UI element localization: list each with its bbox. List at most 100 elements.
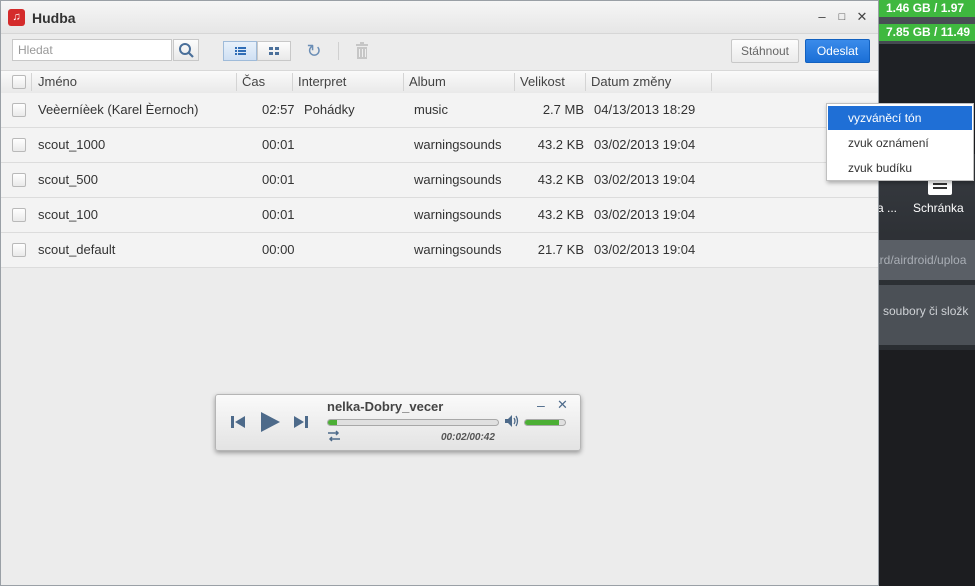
menu-item-ringtone[interactable]: vyzváněcí tón	[828, 106, 972, 130]
cell-name: scout_500	[38, 172, 98, 187]
column-divider	[31, 73, 32, 91]
column-divider	[514, 73, 515, 91]
row-checkbox[interactable]	[12, 173, 26, 187]
cell-name: Veèerníèek (Karel Èernoch)	[38, 102, 199, 117]
select-all-checkbox[interactable]	[12, 75, 26, 89]
desktop-background: 1.46 GB / 1.97 7.85 GB / 11.49 a ... Sch…	[879, 0, 975, 586]
menu-item-alarm[interactable]: zvuk budíku	[828, 156, 972, 180]
cell-size: 2.7 MB	[542, 102, 584, 117]
next-icon	[294, 416, 308, 428]
cell-size: 43.2 KB	[537, 137, 584, 152]
cell-artist: Pohádky	[304, 102, 355, 117]
table-row[interactable]: Veèerníèek (Karel Èernoch) 02:57 Pohádky…	[1, 93, 878, 128]
ringtone-context-menu: vyzváněcí tón zvuk oznámení zvuk budíku	[826, 103, 974, 181]
upload-path-text: ard/airdroid/uploa	[879, 253, 967, 267]
column-divider	[236, 73, 237, 91]
column-divider	[585, 73, 586, 91]
player-minimize-icon[interactable]: –	[537, 397, 545, 413]
column-header-time[interactable]: Čas	[242, 71, 265, 93]
table-header: Jméno Čas Interpret Album Velikost Datum…	[1, 70, 878, 94]
cell-size: 21.7 KB	[537, 242, 584, 257]
cell-time: 02:57	[262, 102, 295, 117]
toolbar-divider	[338, 42, 339, 60]
cell-name: scout_default	[38, 242, 116, 257]
desktop-tile-label-partial[interactable]: a ...	[879, 201, 897, 215]
download-button[interactable]: Stáhnout	[731, 39, 799, 63]
list-view-button[interactable]	[223, 41, 257, 61]
cell-size: 43.2 KB	[537, 207, 584, 222]
search-button[interactable]	[173, 39, 199, 61]
next-track-button[interactable]	[293, 414, 309, 433]
table-row[interactable]: scout_default 00:00 warningsounds 21.7 K…	[1, 233, 878, 268]
minimize-button[interactable]: –	[814, 9, 830, 25]
column-header-album[interactable]: Album	[409, 71, 446, 93]
volume-icon[interactable]	[504, 414, 520, 431]
column-header-date[interactable]: Datum změny	[591, 71, 671, 93]
desktop-lower	[879, 350, 975, 586]
toolbar: Hledat ↻ Stáhnout Odeslat	[1, 34, 878, 70]
progress-fill	[328, 420, 337, 425]
cell-album: warningsounds	[414, 242, 502, 257]
cell-date: 03/02/2013 19:04	[594, 137, 696, 152]
music-player: nelka-Dobry_vecer – ✕ 00:02/00:42	[215, 394, 581, 451]
cell-date: 04/13/2013 18:29	[594, 102, 696, 117]
cell-date: 03/02/2013 19:04	[594, 242, 696, 257]
cell-time: 00:01	[262, 137, 295, 152]
cell-name: scout_1000	[38, 137, 106, 152]
row-checkbox[interactable]	[12, 138, 26, 152]
repeat-icon[interactable]	[327, 430, 341, 445]
track-title: nelka-Dobry_vecer	[327, 399, 444, 414]
cell-album: music	[414, 102, 448, 117]
drop-zone[interactable]: soubory či složk	[879, 285, 975, 345]
column-divider	[711, 73, 712, 91]
table-row[interactable]: scout_100 00:01 warningsounds 43.2 KB 03…	[1, 198, 878, 233]
send-button[interactable]: Odeslat	[805, 39, 870, 63]
previous-track-button[interactable]	[230, 414, 246, 433]
cell-date: 03/02/2013 19:04	[594, 207, 696, 222]
menu-item-notification[interactable]: zvuk oznámení	[828, 131, 972, 155]
close-button[interactable]: ✕	[854, 9, 870, 25]
grid-icon	[269, 47, 279, 55]
cell-album: warningsounds	[414, 172, 502, 187]
table-row[interactable]: scout_1000 00:01 warningsounds 43.2 KB 0…	[1, 128, 878, 163]
title-bar[interactable]: ♫ Hudba – □ ✕	[1, 1, 878, 34]
cell-date: 03/02/2013 19:04	[594, 172, 696, 187]
time-display: 00:02/00:42	[441, 432, 495, 443]
column-header-size[interactable]: Velikost	[520, 71, 565, 93]
row-checkbox[interactable]	[12, 103, 26, 117]
window-title: Hudba	[32, 10, 76, 26]
play-icon	[261, 412, 280, 432]
row-checkbox[interactable]	[12, 208, 26, 222]
table-row[interactable]: scout_500 00:01 warningsounds 43.2 KB 03…	[1, 163, 878, 198]
cell-size: 43.2 KB	[537, 172, 584, 187]
list-icon	[235, 47, 246, 55]
cell-name: scout_100	[38, 207, 98, 222]
previous-icon	[231, 416, 245, 428]
search-icon	[179, 43, 194, 58]
play-button[interactable]	[259, 410, 281, 437]
cell-album: warningsounds	[414, 207, 502, 222]
volume-slider[interactable]	[524, 419, 566, 426]
column-header-name[interactable]: Jméno	[38, 71, 77, 93]
column-header-artist[interactable]: Interpret	[298, 71, 346, 93]
maximize-button[interactable]: □	[834, 9, 850, 25]
player-close-icon[interactable]: ✕	[557, 397, 568, 413]
volume-fill	[525, 420, 559, 425]
upload-path: ard/airdroid/uploa	[879, 240, 975, 280]
storage-status-1: 1.46 GB / 1.97	[879, 0, 975, 17]
column-divider	[403, 73, 404, 91]
grid-view-button[interactable]	[257, 41, 291, 61]
clipboard-tile-label[interactable]: Schránka	[913, 201, 964, 215]
progress-bar[interactable]	[327, 419, 499, 426]
cell-album: warningsounds	[414, 137, 502, 152]
music-app-icon: ♫	[8, 9, 25, 26]
refresh-icon[interactable]: ↻	[304, 41, 324, 61]
cell-time: 00:00	[262, 242, 295, 257]
trash-icon[interactable]	[354, 42, 370, 60]
storage-status-2: 7.85 GB / 11.49	[879, 24, 975, 41]
row-checkbox[interactable]	[12, 243, 26, 257]
cell-time: 00:01	[262, 207, 295, 222]
column-divider	[292, 73, 293, 91]
music-window: ♫ Hudba – □ ✕ Hledat ↻ Stáhnout Odeslat …	[0, 0, 879, 586]
search-input[interactable]: Hledat	[12, 39, 172, 61]
